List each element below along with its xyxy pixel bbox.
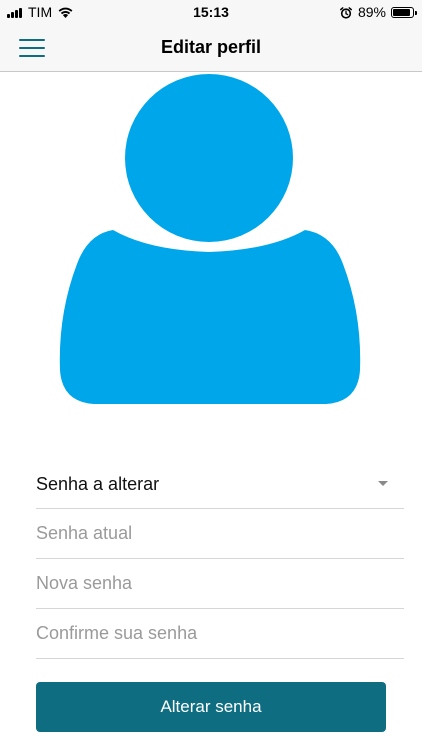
new-password-field [36,559,404,609]
password-type-select[interactable]: Senha a alterar [36,459,404,509]
new-password-input[interactable] [36,559,404,608]
user-avatar-icon [59,74,361,404]
avatar-head [125,74,293,242]
password-type-value: Senha a alterar [36,474,160,494]
edit-profile-screen: TIM 15:13 89% Editar perfil Senha a alte… [0,0,422,750]
current-password-field [36,509,404,559]
alarm-icon [340,6,352,19]
battery-icon [391,6,417,18]
app-header: Editar perfil [0,24,422,72]
avatar-body [59,230,361,404]
status-bar: TIM 15:13 89% [0,0,422,24]
confirm-password-field [36,609,404,659]
confirm-password-input[interactable] [36,609,404,658]
current-password-input[interactable] [36,509,404,558]
dropdown-caret-icon [378,481,388,486]
battery-percentage: 89% [357,4,386,20]
page-title: Editar perfil [160,37,262,57]
status-bar-right: 89% [340,4,417,20]
change-password-button[interactable]: Alterar senha [36,682,386,732]
battery-fill [393,8,410,16]
